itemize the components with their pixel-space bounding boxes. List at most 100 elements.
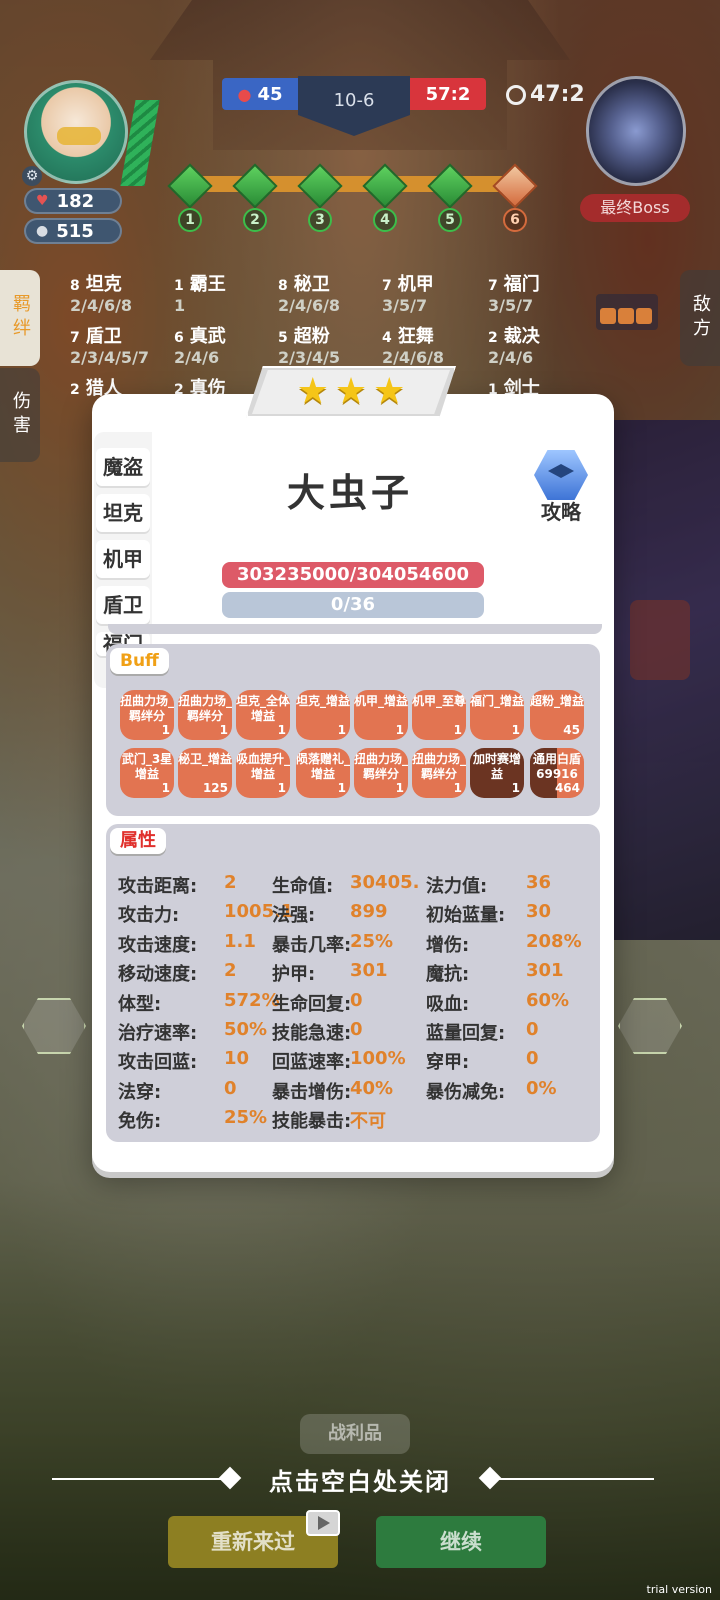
final-boss-label: 最终Boss [580, 194, 690, 222]
watermark: trial version [646, 1583, 712, 1596]
unit-hp-bar: 303235000/304054600 [222, 562, 484, 588]
attribute-value: 25% [224, 1107, 268, 1129]
heart-icon: ♥ [36, 193, 49, 209]
attribute-value: 0 [350, 989, 363, 1011]
attribute-value: 0 [526, 1019, 539, 1040]
attribute-name: 技能暴击: [272, 1111, 352, 1133]
buff-chip[interactable]: 福门_增益 1 [470, 690, 524, 740]
bond-item: 1 霸王 1 [174, 274, 226, 315]
buff-chip[interactable]: 加时赛增益 1 [470, 748, 524, 798]
attribute-value: 899 [350, 901, 388, 923]
attribute-name: 增伤: [426, 934, 470, 956]
player-avatar[interactable] [24, 80, 128, 184]
trait-tag[interactable]: 魔盗 [96, 448, 150, 486]
buff-chip[interactable]: 扭曲力场_羁绊分 1 [178, 690, 232, 740]
stage-gem-icon [297, 163, 343, 209]
buff-chip[interactable]: 扭曲力场_羁绊分 1 [120, 690, 174, 740]
bond-item: 7 福门 3/5/7 [488, 274, 540, 315]
divider [108, 624, 602, 634]
tab-enemy[interactable]: 敌方 [680, 270, 720, 366]
continue-button[interactable]: 继续 [376, 1516, 546, 1568]
attribute-name: 回蓝速率: [272, 1052, 352, 1074]
tab-damage[interactable]: 伤害 [0, 368, 40, 462]
stage-number: 6 [503, 208, 527, 232]
coins-value: 515 [56, 220, 94, 242]
attribute-name: 攻击回蓝: [118, 1052, 198, 1074]
star-icon: ★ [373, 371, 406, 412]
stage-number: 1 [178, 208, 202, 232]
attribute-value: 0 [350, 1019, 363, 1040]
attribute-name: 初始蓝量: [426, 905, 506, 927]
attribute-name: 攻击距离: [118, 876, 198, 897]
trait-tag[interactable]: 坦克 [96, 494, 150, 532]
blue-score: ● 45 [222, 78, 298, 110]
bond-item: 8 秘卫 2/4/6/8 [278, 274, 341, 315]
attribute-value: 0% [526, 1077, 557, 1099]
attribute-value: 40% [350, 1077, 394, 1099]
attribute-value: 0 [224, 1077, 237, 1099]
stage-gem-icon [167, 163, 213, 209]
buff-chip[interactable]: 超粉_增益 45 [530, 690, 584, 740]
stage-number: 2 [243, 208, 267, 232]
tab-bonds[interactable]: 羁绊 [0, 270, 40, 366]
trait-tag[interactable]: 机甲 [96, 540, 150, 578]
attribute-name: 法力值: [426, 876, 488, 897]
coin-icon: ● [36, 223, 49, 239]
stage-number: 5 [438, 208, 462, 232]
attribute-value: 36 [526, 872, 552, 893]
buff-chip[interactable]: 武门_3星增益 1 [120, 748, 174, 798]
buff-chip[interactable]: 吸血提升_增益 1 [236, 748, 290, 798]
attribute-value: 10 [224, 1048, 250, 1070]
attribute-value: 30405. [350, 872, 420, 893]
attribute-name: 暴伤减免: [426, 1081, 506, 1103]
enemy-bond-preview [596, 294, 658, 330]
boss-avatar[interactable] [586, 76, 686, 186]
buff-chip[interactable]: 坦克_全体增益 1 [236, 690, 290, 740]
attribute-name: 免伤: [118, 1111, 162, 1133]
attribute-value: 301 [526, 960, 564, 982]
buff-chip[interactable]: 通用白盾69916 464 [530, 748, 584, 798]
attribute-value: 2 [224, 872, 237, 893]
attribute-label: 属性 [110, 828, 166, 854]
divider-line [498, 1478, 654, 1480]
buff-chip[interactable]: 坦克_增益 1 [296, 690, 350, 740]
attribute-name: 暴击几率: [272, 934, 352, 956]
attribute-name: 体型: [118, 993, 162, 1015]
divider-line [52, 1478, 222, 1480]
star-rating: ★ ★ ★ [252, 370, 450, 414]
attribute-value: 2 [224, 960, 237, 982]
bond-item: 7 机甲 3/5/7 [382, 274, 434, 315]
attribute-name: 护甲: [272, 964, 316, 986]
attribute-name: 穿甲: [426, 1052, 470, 1074]
attribute-value: 30 [526, 901, 552, 923]
bond-item: 5 超粉 2/3/4/5 [278, 326, 341, 367]
attribute-value: 50% [224, 1019, 268, 1040]
star-icon: ★ [296, 371, 329, 412]
buff-chip[interactable]: 秘卫_增益 125 [178, 748, 232, 798]
video-ad-icon [306, 1510, 340, 1536]
stage-node: 4 [362, 163, 408, 242]
buff-chip[interactable]: 机甲_增益 1 [354, 690, 408, 740]
trait-tag[interactable]: 盾卫 [96, 586, 150, 624]
buff-chip[interactable]: 机甲_至尊 1 [412, 690, 466, 740]
score-board: ● 45 10-6 57:2 [222, 76, 486, 138]
attribute-name: 生命回复: [272, 993, 352, 1015]
gear-icon[interactable]: ⚙ [22, 166, 42, 186]
hp-value: 182 [56, 190, 95, 212]
stage-indicator: 10-6 [298, 76, 410, 136]
red-score: 57:2 [410, 78, 486, 110]
buff-chip[interactable]: 陨落赠礼_增益 1 [296, 748, 350, 798]
blood-drop-icon: ● [237, 84, 252, 104]
stage-number: 3 [308, 208, 332, 232]
stage-node: 3 [297, 163, 343, 242]
stage-gem-icon [427, 163, 473, 209]
buff-chip[interactable]: 扭曲力场_羁绊分 1 [354, 748, 408, 798]
guide-button[interactable]: 攻略 [526, 450, 596, 524]
stage-node: 5 [427, 163, 473, 242]
buff-chip[interactable]: 扭曲力场_羁绊分 1 [412, 748, 466, 798]
attribute-value: 301 [350, 960, 388, 982]
attribute-name: 技能急速: [272, 1023, 352, 1044]
attribute-value: 0 [526, 1048, 539, 1070]
attribute-name: 吸血: [426, 993, 470, 1015]
attribute-value: 不可 [350, 1111, 386, 1133]
